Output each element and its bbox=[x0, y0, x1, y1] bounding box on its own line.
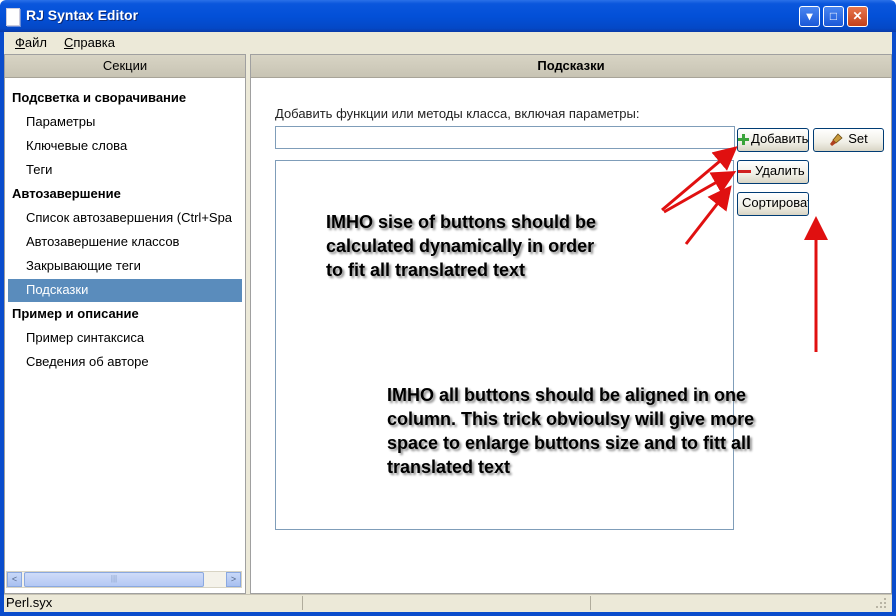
menu-help-label: правка bbox=[73, 35, 115, 50]
sort-button-label: Сортировать bbox=[742, 195, 808, 210]
add-button-label: Добавить bbox=[751, 131, 809, 146]
minus-icon bbox=[738, 170, 751, 174]
hints-header: Подсказки bbox=[251, 55, 891, 78]
tree-item-syntax-example[interactable]: Пример синтаксиса bbox=[26, 330, 144, 345]
tree-item-hints[interactable]: Подсказки bbox=[26, 282, 88, 297]
status-file-name: Perl.syx bbox=[6, 595, 53, 610]
tree-item-parameters[interactable]: Параметры bbox=[26, 114, 95, 129]
annotation-button-column: IMHO all buttons should be aligned in on… bbox=[387, 383, 827, 479]
annotation-line: space to enlarge buttons size and to fit… bbox=[387, 433, 752, 453]
tree-item-tags[interactable]: Теги bbox=[26, 162, 52, 177]
close-button[interactable]: ✕ bbox=[847, 6, 868, 27]
sort-button[interactable]: Сортировать bbox=[737, 192, 809, 216]
add-button[interactable]: Добавить bbox=[737, 128, 809, 152]
annotation-line: column. This trick obvioulsy will give m… bbox=[387, 409, 755, 429]
tree-group-highlighting[interactable]: Подсветка и сворачивание bbox=[12, 90, 186, 105]
plus-icon bbox=[738, 134, 749, 146]
scroll-thumb[interactable]: ||| bbox=[24, 572, 204, 587]
tree-item-autocomplete-list[interactable]: Список автозавершения (Ctrl+Spa bbox=[26, 210, 232, 225]
app-icon[interactable] bbox=[6, 8, 20, 26]
status-bar bbox=[4, 594, 892, 612]
delete-button-label: Удалить bbox=[755, 163, 805, 178]
annotation-line: IMHO sise of buttons should be bbox=[326, 212, 596, 232]
menu-file-label: айл bbox=[24, 35, 47, 50]
annotation-button-size: IMHO sise of buttons should be calculate… bbox=[326, 210, 666, 282]
annotation-line: IMHO all buttons should be aligned in on… bbox=[387, 385, 746, 405]
set-button[interactable]: Set bbox=[813, 128, 884, 152]
tree-item-class-autocomplete[interactable]: Автозавершение классов bbox=[26, 234, 179, 249]
function-input-label: Добавить функции или методы класса, вклю… bbox=[275, 106, 640, 121]
sections-header: Секции bbox=[5, 55, 245, 78]
menu-help[interactable]: Справка bbox=[64, 35, 115, 50]
minimize-icon: ▾ bbox=[806, 9, 813, 23]
delete-button[interactable]: Удалить bbox=[737, 160, 809, 184]
tree-item-keywords[interactable]: Ключевые слова bbox=[26, 138, 127, 153]
tree-group-example[interactable]: Пример и описание bbox=[12, 306, 139, 321]
close-icon: ✕ bbox=[852, 9, 863, 23]
menu-bar: Файл Справка bbox=[4, 32, 892, 52]
maximize-button[interactable]: □ bbox=[823, 6, 844, 27]
scroll-right-icon[interactable]: > bbox=[226, 572, 241, 587]
maximize-icon: □ bbox=[829, 9, 838, 23]
annotation-line: translated text bbox=[387, 457, 511, 477]
status-divider bbox=[302, 596, 303, 610]
annotation-line: to fit all translatred text bbox=[326, 260, 526, 280]
minimize-button[interactable]: ▾ bbox=[799, 6, 820, 27]
brush-icon bbox=[830, 132, 843, 146]
tree-item-author-info[interactable]: Сведения об авторе bbox=[26, 354, 149, 369]
menu-file-accesskey: Ф bbox=[15, 35, 25, 50]
resize-grip-icon[interactable] bbox=[874, 596, 888, 610]
annotation-line: calculated dynamically in order bbox=[326, 236, 595, 256]
menu-file[interactable]: Файл bbox=[15, 35, 47, 50]
scroll-left-icon[interactable]: < bbox=[7, 572, 22, 587]
set-button-label: Set bbox=[848, 131, 868, 146]
window-title: RJ Syntax Editor bbox=[26, 7, 139, 23]
function-input[interactable] bbox=[275, 126, 735, 149]
sections-tree: Подсветка и сворачивание Параметры Ключе… bbox=[5, 78, 243, 568]
tree-item-closing-tags[interactable]: Закрывающие теги bbox=[26, 258, 141, 273]
status-divider bbox=[590, 596, 591, 610]
tree-group-autocomplete[interactable]: Автозавершение bbox=[12, 186, 121, 201]
menu-help-accesskey: С bbox=[64, 35, 74, 50]
